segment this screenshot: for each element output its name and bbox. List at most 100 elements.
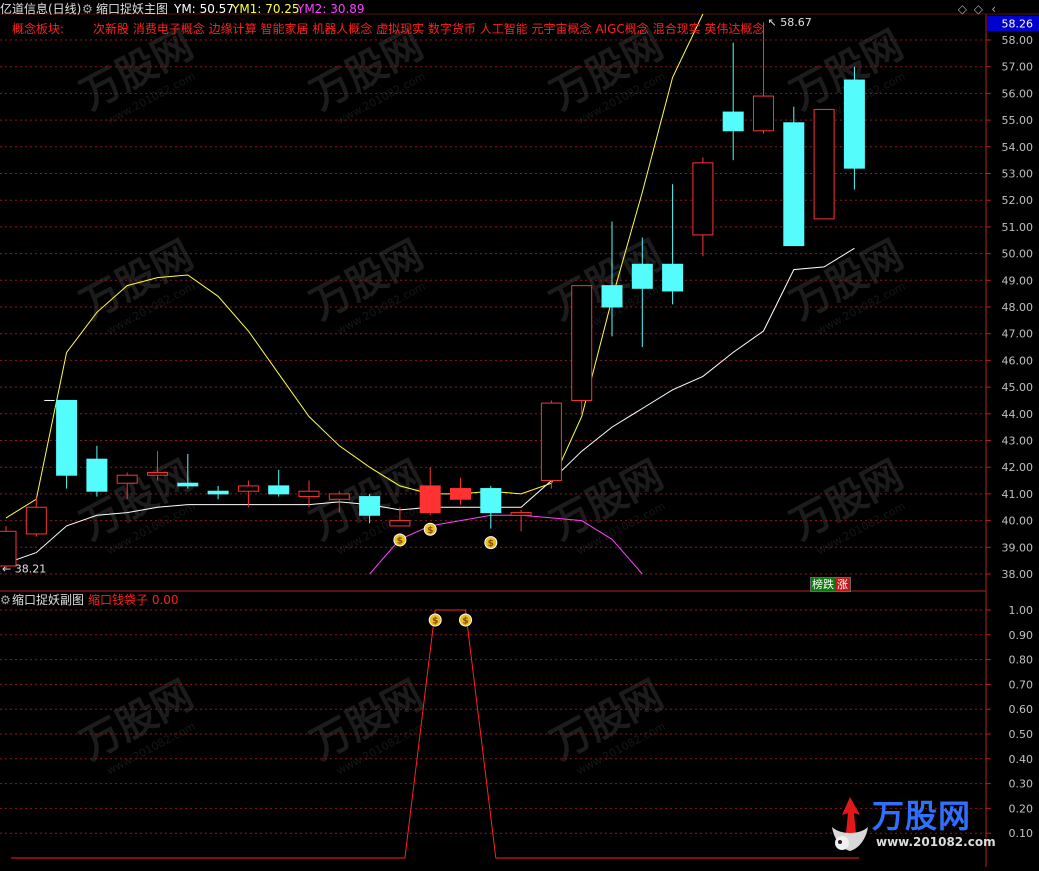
sub-series-readout: 缩口钱袋子 0.00	[88, 593, 179, 607]
axis-label: 44.00	[1002, 408, 1034, 421]
candle-body	[0, 530, 17, 567]
candle-body	[722, 111, 744, 132]
axis-label: 42.00	[1002, 461, 1034, 474]
sub-axis-label: 1.00	[1009, 604, 1034, 617]
axis-label: 52.00	[1002, 194, 1034, 207]
axis-label: 55.00	[1002, 114, 1034, 127]
candle-body	[56, 399, 78, 476]
candle-body	[571, 285, 593, 401]
axis-label: 48.00	[1002, 301, 1034, 314]
candle-body	[86, 458, 108, 492]
candle-body	[177, 482, 199, 487]
axis-label: 50.00	[1002, 248, 1034, 261]
sub-axis-label: 0.60	[1009, 703, 1034, 716]
sub-axis-label: 0.40	[1009, 753, 1034, 766]
candle-body	[298, 490, 320, 498]
logo-url-text: www.201082.com	[876, 835, 996, 849]
sub-axis-label: 0.90	[1009, 629, 1034, 642]
axis-label: 40.00	[1002, 515, 1034, 528]
main-indicator-name[interactable]: 缩口捉妖主图	[96, 2, 168, 16]
axis-label: 47.00	[1002, 328, 1034, 341]
axis-label: 56.00	[1002, 87, 1034, 100]
candle-body	[480, 488, 502, 514]
brand-logo: 万股网 www.201082.com	[820, 785, 1020, 863]
ym1-label: YM1:	[232, 2, 262, 16]
candle-body	[631, 263, 653, 289]
settings-icon-sub[interactable]: ⚙	[0, 593, 11, 607]
diamond-icon[interactable]: ◇	[958, 2, 967, 16]
candle-body	[753, 95, 774, 132]
candle-body	[237, 485, 259, 492]
sub-series-value: 0.00	[151, 593, 179, 607]
kline-chart[interactable]: 万股网 www.201082.com 万股网 www.201082.com 万股网 www…	[0, 0, 1039, 867]
candle-body	[116, 474, 138, 484]
money-bag-symbol: $	[462, 617, 468, 627]
candle-body	[662, 263, 684, 292]
candle-body	[359, 496, 381, 516]
axis-label: 41.00	[1002, 488, 1034, 501]
axis-label: 39.00	[1002, 541, 1034, 554]
sub-money-bag-icon: $	[459, 613, 472, 627]
axis-label: 58.00	[1002, 34, 1034, 47]
ym1-readout: YM1: 70.25	[232, 2, 300, 16]
sub-series-label: 缩口钱袋子	[88, 593, 149, 607]
candle-body	[450, 488, 471, 500]
candle-body	[540, 402, 562, 482]
ym2-value: 30.89	[330, 2, 365, 16]
sub-money-bag-icon: $	[428, 613, 442, 627]
candle-body	[389, 520, 411, 527]
axis-label: 49.00	[1002, 274, 1034, 287]
money-bag-symbol: $	[427, 526, 433, 536]
candle-body	[147, 472, 168, 476]
candle-body	[328, 493, 350, 500]
limit-badge: 榜跌 涨	[810, 577, 851, 592]
money-bag-icon: $	[484, 536, 498, 550]
axis-label: 43.00	[1002, 435, 1034, 448]
ym-readout: YM: 50.57	[174, 2, 234, 16]
concept-list: 次新股 消费电子概念 边缘计算 智能家居 机器人概念 虚拟现实 数字货币 人工智…	[93, 22, 765, 36]
diamond-icon-2[interactable]: ◇	[974, 2, 983, 16]
sub-axis-label: 0.80	[1009, 654, 1034, 667]
axis-label: 51.00	[1002, 221, 1034, 234]
current-price-label: 58.26	[1002, 18, 1034, 31]
money-bag-symbol: $	[397, 536, 403, 546]
axis-label: 38.00	[1002, 568, 1034, 581]
axis-label: 45.00	[1002, 381, 1034, 394]
sub-indicator-name[interactable]: 缩口捉妖副图	[12, 593, 84, 607]
badge-rise: 涨	[835, 578, 850, 591]
axis-label: 46.00	[1002, 354, 1034, 367]
ym-value: 50.57	[199, 2, 234, 16]
ym2-label: YM2:	[297, 2, 327, 16]
ym1-value: 70.25	[265, 2, 300, 16]
money-bag-icon: $	[393, 533, 407, 547]
ym-label: YM:	[174, 2, 196, 16]
candle-body	[419, 485, 441, 514]
candle-body	[207, 490, 229, 495]
candle-body	[783, 122, 805, 247]
settings-icon[interactable]: ⚙	[82, 2, 93, 16]
money-bag-symbol: $	[488, 539, 494, 549]
logo-brand-text: 万股网	[872, 797, 972, 835]
chevron-left-icon[interactable]: ‹	[991, 2, 996, 16]
axis-label: 54.00	[1002, 141, 1034, 154]
candle-body	[692, 162, 714, 236]
candle-body	[813, 108, 835, 220]
chart-canvas[interactable]: 万股网www.201082.com 万股网www.201082.com 万股网www…	[0, 0, 1039, 867]
logo-mascot-icon	[832, 797, 868, 851]
sub-axis-label: 0.50	[1009, 728, 1034, 741]
min-price-label: ← 38.21	[2, 562, 46, 575]
ym2-readout: YM2: 30.89	[297, 2, 365, 16]
candle-body	[843, 79, 865, 169]
stock-title: 亿道信息(日线)	[0, 2, 82, 16]
max-price-label: ↖ 58.67	[768, 16, 812, 29]
candle-body	[268, 485, 290, 495]
concept-label: 概念板块:	[12, 22, 65, 36]
candle-body	[510, 512, 532, 516]
badge-fall: 榜跌	[811, 578, 835, 591]
axis-label: 57.00	[1002, 61, 1034, 74]
money-bag-icon: $	[423, 522, 437, 536]
signals: $ $ $ $ $	[393, 522, 498, 627]
sub-axis-label: 0.70	[1009, 678, 1034, 691]
money-bag-symbol: $	[432, 617, 438, 627]
axis-label: 53.00	[1002, 168, 1034, 181]
